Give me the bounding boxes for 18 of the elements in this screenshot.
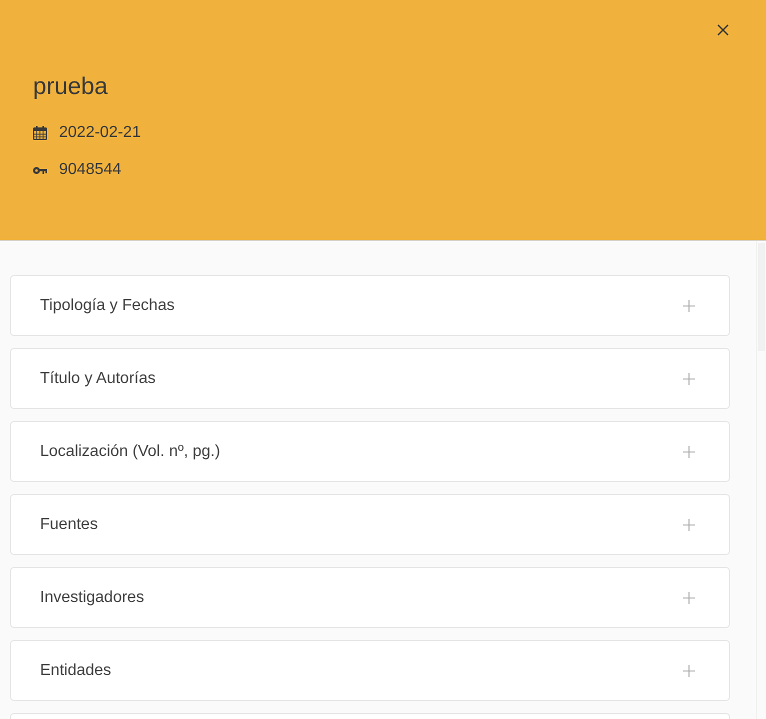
plus-icon [683, 592, 695, 604]
accordion-header[interactable]: Tipología y Fechas [10, 275, 730, 336]
accordion-header[interactable]: Entidades [10, 640, 730, 701]
plus-icon [683, 446, 695, 458]
record-title: prueba [33, 72, 109, 101]
calendar-icon [33, 126, 47, 140]
record-key: 9048544 [59, 160, 122, 180]
accordion-header[interactable]: Título y Autorías [10, 348, 730, 409]
accordion-header[interactable]: Fuentes [10, 494, 730, 555]
close-icon [717, 24, 729, 36]
plus-icon [683, 518, 695, 530]
record-date: 2022-02-21 [59, 123, 141, 143]
accordion-header[interactable]: Localización (Vol. nº, pg.) [10, 421, 730, 482]
plus-icon [683, 300, 695, 312]
plus-icon [683, 664, 695, 676]
key-icon [33, 166, 47, 174]
accordion-header[interactable]: Investigadores [10, 567, 730, 628]
plus-icon [683, 372, 695, 384]
